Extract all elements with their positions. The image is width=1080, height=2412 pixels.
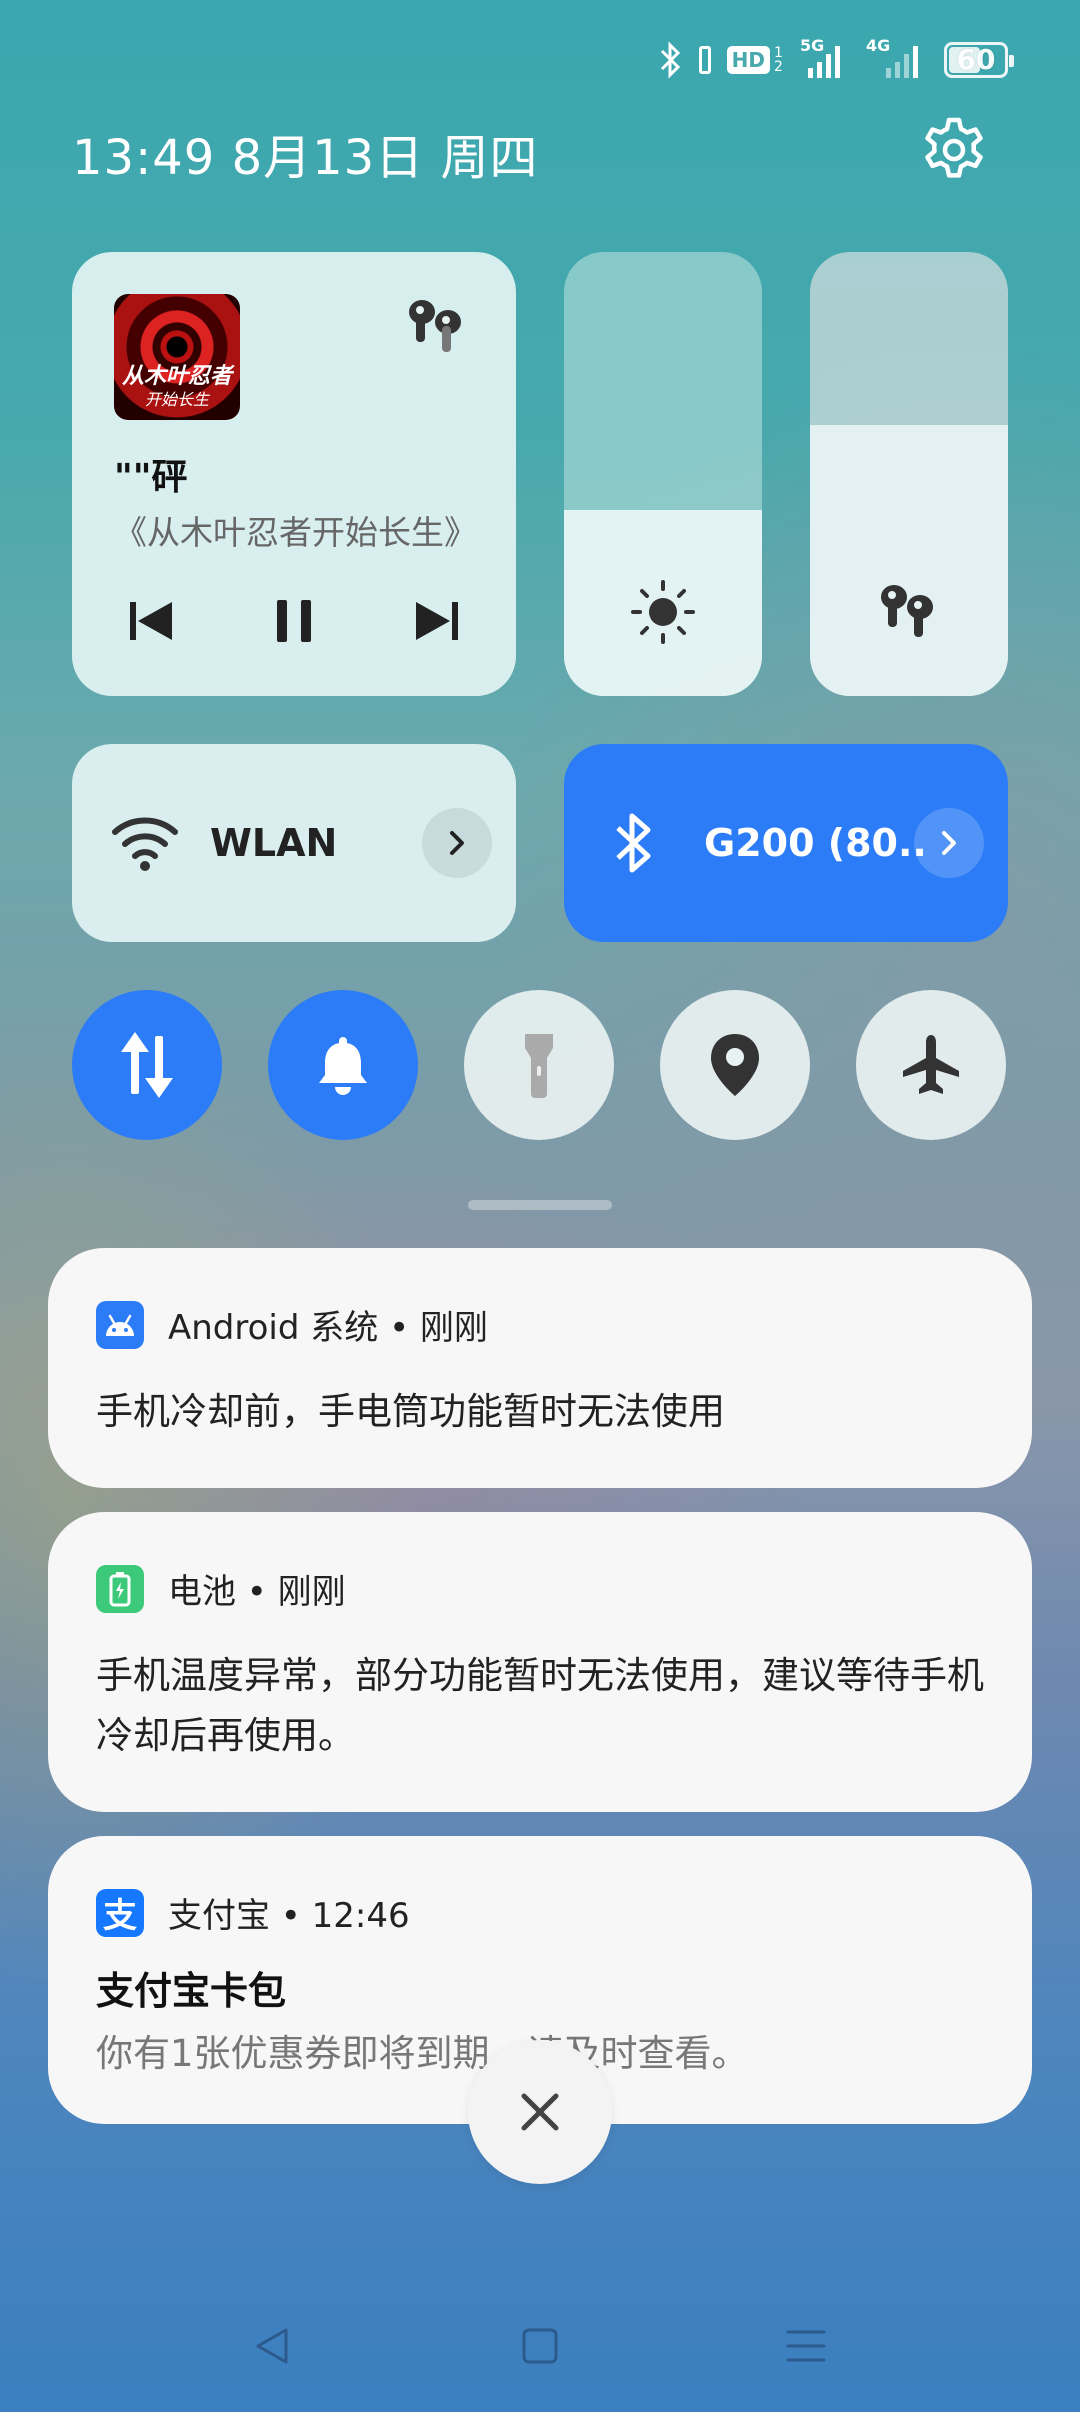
battery-icon: 60 xyxy=(944,42,1014,78)
bell-icon xyxy=(319,1037,367,1095)
album-art: 从木叶忍者 开始长生 xyxy=(114,294,240,420)
airplane-icon xyxy=(903,1035,959,1094)
hd-label: HD xyxy=(726,46,770,74)
notification-app-label: 电池 • 刚刚 xyxy=(168,1572,346,1612)
pause-button[interactable] xyxy=(259,586,329,656)
sun-icon xyxy=(623,572,703,652)
chevron-right-icon xyxy=(942,831,956,855)
brightness-slider[interactable] xyxy=(564,252,762,696)
song-title: ""砰 xyxy=(114,457,188,498)
chevron-right-icon xyxy=(450,831,464,855)
alipay-icon-glyph: 支 xyxy=(103,1896,137,1936)
alipay-icon: 支 xyxy=(96,1888,144,1937)
hd-sub-label: 1 2 xyxy=(774,45,783,75)
date-time: 13:49 8月13日 周四 xyxy=(72,130,539,186)
wlan-toggle[interactable]: WLAN xyxy=(72,744,516,942)
location-pin-icon xyxy=(711,1034,759,1096)
hd-voice-icon: HD 1 2 xyxy=(726,45,784,75)
next-button[interactable] xyxy=(402,586,472,656)
clear-all-button[interactable] xyxy=(468,2040,612,2184)
bluetooth-device-label: G200 (80.. xyxy=(704,821,927,865)
wlan-details-button[interactable] xyxy=(422,808,492,878)
android-icon xyxy=(96,1300,144,1349)
mobile-data-icon xyxy=(121,1032,173,1098)
settings-gear-icon[interactable] xyxy=(918,114,990,186)
sound-toggle[interactable] xyxy=(268,990,418,1140)
pause-icon xyxy=(277,600,311,642)
earbuds-output-icon[interactable] xyxy=(402,292,472,362)
flashlight-icon xyxy=(525,1034,553,1098)
status-bar: HD 1 2 5G 4G 60 xyxy=(659,36,1014,82)
album-art-subtitle: 开始长生 xyxy=(144,390,209,409)
nav-home-button[interactable] xyxy=(500,2310,580,2382)
song-artist: 《从木叶忍者开始长生》 xyxy=(114,513,477,552)
previous-icon xyxy=(130,602,172,640)
close-icon xyxy=(521,2093,559,2131)
next-icon xyxy=(416,602,458,640)
drag-handle[interactable] xyxy=(468,1200,612,1210)
wlan-label: WLAN xyxy=(210,821,338,865)
back-triangle-icon xyxy=(256,2328,288,2364)
nav-back-button[interactable] xyxy=(232,2310,312,2382)
home-square-icon xyxy=(522,2328,558,2364)
notification-body: 手机温度异常，部分功能暂时无法使用，建议等待手机冷却后再使用。 xyxy=(96,1654,984,1757)
bluetooth-icon xyxy=(616,813,651,873)
notification-android-system[interactable]: Android 系统 • 刚刚 手机冷却前，手电筒功能暂时无法使用 xyxy=(48,1248,1032,1488)
notification-battery[interactable]: 电池 • 刚刚 手机温度异常，部分功能暂时无法使用，建议等待手机冷却后再使用。 xyxy=(48,1512,1032,1812)
airplane-mode-toggle[interactable] xyxy=(856,990,1006,1140)
bluetooth-icon xyxy=(660,41,680,79)
nav-menu-button[interactable] xyxy=(766,2310,846,2382)
notification-app-label: Android 系统 • 刚刚 xyxy=(168,1308,488,1348)
mobile-data-toggle[interactable] xyxy=(72,990,222,1140)
notification-body: 手机冷却前，手电筒功能暂时无法使用 xyxy=(96,1390,725,1433)
bluetooth-details-button[interactable] xyxy=(914,808,984,878)
5g-signal-icon: 5G xyxy=(800,36,850,80)
bluetooth-toggle[interactable]: G200 (80.. xyxy=(564,744,1008,942)
battery-level: 60 xyxy=(956,43,996,76)
battery-app-icon xyxy=(96,1564,144,1613)
volume-slider[interactable] xyxy=(810,252,1008,696)
notification-title: 支付宝卡包 xyxy=(96,1969,287,2013)
wifi-icon xyxy=(112,817,178,871)
location-toggle[interactable] xyxy=(660,990,810,1140)
volume-fill xyxy=(810,425,1008,696)
media-player-card[interactable]: 从木叶忍者 开始长生 ""砰 《从木叶忍者开始长生》 xyxy=(72,252,516,696)
previous-button[interactable] xyxy=(116,586,186,656)
4g-signal-icon: 4G xyxy=(866,36,928,80)
menu-lines-icon xyxy=(786,2330,826,2362)
flashlight-toggle[interactable] xyxy=(464,990,614,1140)
battery-saver-icon xyxy=(698,46,711,74)
earbuds-icon xyxy=(869,572,949,652)
notification-app-label: 支付宝 • 12:46 xyxy=(168,1896,410,1936)
